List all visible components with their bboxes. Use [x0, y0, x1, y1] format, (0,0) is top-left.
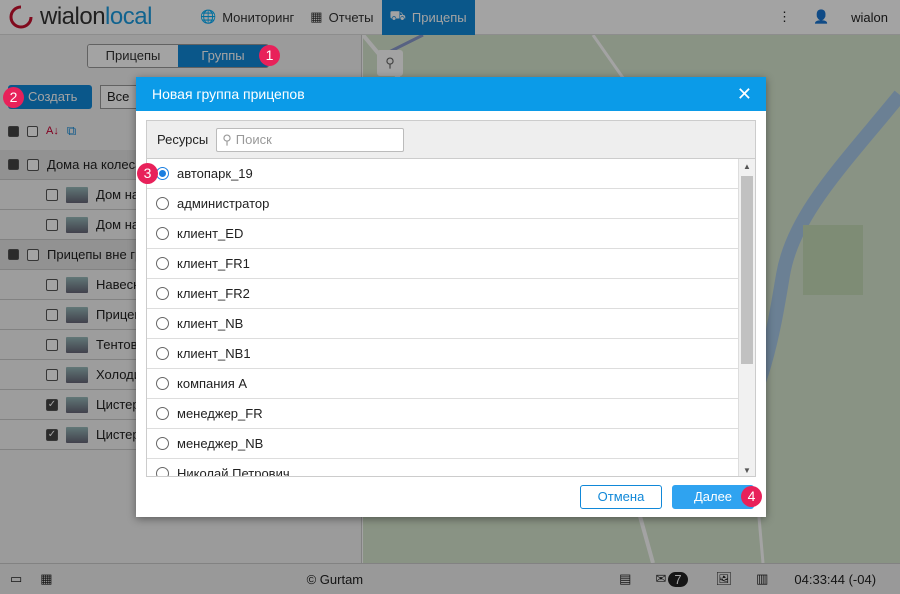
resource-radio[interactable]	[156, 347, 169, 360]
search-input[interactable]: ⚲ Поиск	[216, 127, 405, 152]
resource-option[interactable]: клиент_FR1	[147, 249, 739, 279]
resource-name: компания А	[177, 376, 248, 391]
resource-option[interactable]: клиент_ED	[147, 219, 739, 249]
resource-radio[interactable]	[156, 407, 169, 420]
resource-radio[interactable]	[156, 467, 169, 476]
step-badge-3: 3	[137, 163, 158, 184]
search-icon: ⚲	[222, 131, 232, 147]
close-icon[interactable]: ✕	[737, 77, 752, 111]
resource-name: Николай Петрович	[177, 466, 290, 477]
resource-radio[interactable]	[156, 317, 169, 330]
resource-radio[interactable]	[156, 227, 169, 240]
resource-option[interactable]: клиент_FR2	[147, 279, 739, 309]
new-trailer-group-dialog: Новая группа прицепов ✕ Ресурсы ⚲ Поиск ав…	[136, 77, 766, 517]
scroll-up-icon[interactable]: ▲	[743, 162, 751, 171]
resource-list: автопарк_19 администратор клиент_ED клиент_…	[147, 159, 739, 477]
scroll-thumb[interactable]	[741, 176, 753, 364]
resource-radio[interactable]	[156, 287, 169, 300]
resource-radio[interactable]	[156, 377, 169, 390]
dialog-title: Новая группа прицепов	[152, 86, 305, 102]
resources-label: Ресурсы	[157, 132, 209, 147]
resource-option[interactable]: компания А	[147, 369, 739, 399]
step-badge-1: 1	[259, 45, 280, 66]
resource-name: клиент_FR2	[177, 286, 250, 301]
resource-option[interactable]: менеджер_NB	[147, 429, 739, 459]
resource-option[interactable]: автопарк_19	[147, 159, 739, 189]
cancel-button[interactable]: Отмена	[580, 485, 662, 509]
scrollbar[interactable]: ▲ ▼	[738, 159, 755, 476]
resource-radio[interactable]	[156, 257, 169, 270]
search-placeholder: Поиск	[235, 132, 272, 147]
resource-name: клиент_NB	[177, 316, 244, 331]
resource-option[interactable]: Николай Петрович	[147, 459, 739, 477]
resource-name: автопарк_19	[177, 166, 253, 181]
resource-option[interactable]: менеджер_FR	[147, 399, 739, 429]
scroll-down-icon[interactable]: ▼	[743, 466, 751, 475]
resource-name: администратор	[177, 196, 270, 211]
resource-option[interactable]: клиент_NB	[147, 309, 739, 339]
step-badge-2: 2	[3, 87, 24, 108]
resource-name: клиент_FR1	[177, 256, 250, 271]
resource-name: менеджер_NB	[177, 436, 264, 451]
step-badge-4: 4	[741, 486, 762, 507]
resource-name: клиент_NB1	[177, 346, 251, 361]
resource-option[interactable]: администратор	[147, 189, 739, 219]
resource-radio[interactable]	[156, 197, 169, 210]
resource-radio[interactable]	[156, 437, 169, 450]
resource-name: менеджер_FR	[177, 406, 263, 421]
resource-name: клиент_ED	[177, 226, 244, 241]
resource-option[interactable]: клиент_NB1	[147, 339, 739, 369]
